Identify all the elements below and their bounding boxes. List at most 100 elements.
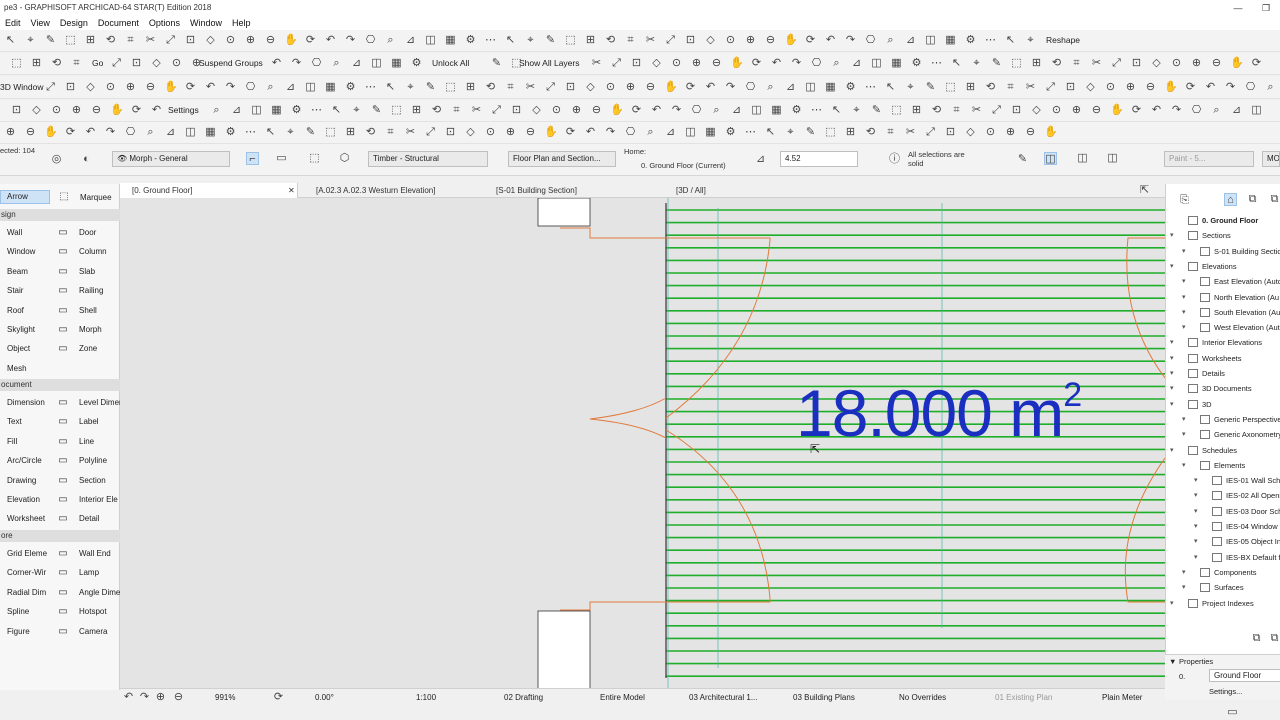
toolbar-icon[interactable]: ⊡ <box>564 81 577 94</box>
orientation-angle[interactable]: 0.00° <box>315 693 334 702</box>
toolbar-icon[interactable]: ↷ <box>790 57 803 70</box>
toolbar-icon[interactable]: ↷ <box>104 126 117 139</box>
toolbar-icon[interactable]: ✎ <box>804 126 817 139</box>
more-tool-camera[interactable]: Camera <box>79 627 107 636</box>
toolbar-icon[interactable]: ⊙ <box>984 126 997 139</box>
toolbar-icon[interactable]: ✎ <box>870 104 883 117</box>
toolbar-icon[interactable]: ⊕ <box>744 34 757 47</box>
navigator-item[interactable]: East Elevation (Auto) <box>1214 277 1280 286</box>
expand-icon[interactable]: ▾ <box>1182 415 1186 423</box>
document-tool-label[interactable]: Label <box>79 417 99 426</box>
toolbar-icon[interactable]: ⚙ <box>724 126 737 139</box>
toolbar-icon[interactable]: ↶ <box>204 81 217 94</box>
toolbar-icon[interactable]: ⊙ <box>484 126 497 139</box>
more-tool-spline[interactable]: Spline <box>7 607 29 616</box>
toolbar-icon[interactable]: ⤢ <box>424 126 437 139</box>
toolbar-icon[interactable]: ✋ <box>544 126 558 139</box>
expand-icon[interactable]: ▾ <box>1182 323 1186 331</box>
toolbar-icon[interactable]: ⟲ <box>104 34 117 47</box>
toolbar-icon[interactable]: ↷ <box>344 34 357 47</box>
toolbar-icon[interactable]: ⤢ <box>924 126 937 139</box>
toolbar-icon[interactable]: ⌖ <box>784 126 797 139</box>
tab-building-section[interactable]: [S-01 Building Section] <box>484 183 660 198</box>
expand-icon[interactable]: ▾ <box>1170 446 1174 454</box>
toolbar-icon[interactable]: ⊞ <box>344 126 357 139</box>
document-tool-drawing[interactable]: Drawing <box>7 476 36 485</box>
toolbar-icon[interactable]: ◇ <box>704 34 717 47</box>
toolbar-icon[interactable]: ◇ <box>30 104 43 117</box>
navigator-item[interactable]: IES-BX Default for <box>1226 553 1280 562</box>
toolbar-icon[interactable]: ⟲ <box>1050 57 1063 70</box>
toolbar-icon[interactable]: ▦ <box>270 104 283 117</box>
toolbar-icon[interactable]: ⊕ <box>504 126 517 139</box>
toolbar-icon[interactable]: ⬚ <box>890 104 903 117</box>
toolbar-icon[interactable]: ⚙ <box>290 104 303 117</box>
toolbar-icon[interactable]: ⚙ <box>844 81 857 94</box>
toolbar-icon[interactable]: ⊡ <box>510 104 523 117</box>
toolbar-icon[interactable]: ⊡ <box>1010 104 1023 117</box>
toolbar-icon[interactable]: ⊖ <box>764 34 777 47</box>
toolbar-icon[interactable]: ⊿ <box>850 57 863 70</box>
toolbar-icon[interactable]: ⋯ <box>744 126 757 139</box>
toolbar-icon[interactable]: ↶ <box>650 104 663 117</box>
toolbar-icon[interactable]: ⊖ <box>644 81 657 94</box>
navigator-item[interactable]: Elements <box>1214 461 1245 470</box>
document-tool-dimension[interactable]: Dimension <box>7 398 45 407</box>
toolbar-icon[interactable]: ⊕ <box>124 81 137 94</box>
toolbar-icon[interactable]: ⤢ <box>110 57 123 70</box>
toolbar-icon[interactable]: ⚙ <box>464 34 477 47</box>
toolbar-icon[interactable]: ▦ <box>444 34 457 47</box>
toolbar-icon[interactable]: ⟲ <box>930 104 943 117</box>
toolbar-icon[interactable]: ⊖ <box>1024 126 1037 139</box>
toolbar-icon[interactable]: ⊿ <box>904 34 917 47</box>
more-tool-radial-dim[interactable]: Radial Dim <box>7 588 46 597</box>
restore-button[interactable]: ❐ <box>1252 0 1280 16</box>
toolbar-icon[interactable]: ⎔ <box>624 126 637 139</box>
toolbar-icon[interactable]: ⌖ <box>350 104 363 117</box>
navigator-item[interactable]: S-01 Building Section <box>1214 247 1280 256</box>
document-tool-line[interactable]: Line <box>79 437 94 446</box>
expand-icon[interactable]: ▾ <box>1182 308 1186 316</box>
toolbar-icon[interactable]: ✋ <box>730 57 744 70</box>
navigator-item[interactable]: Surfaces <box>1214 583 1244 592</box>
toolbar-icon[interactable]: ⊕ <box>1190 57 1203 70</box>
more-tool-angle-dime[interactable]: Angle Dime <box>79 588 120 597</box>
toolbar-icon[interactable]: ⟲ <box>984 81 997 94</box>
toolbar-icon[interactable]: ⊕ <box>1004 126 1017 139</box>
navigator-item[interactable]: Details <box>1202 369 1225 378</box>
toolbar-icon[interactable]: ⟳ <box>1130 104 1143 117</box>
navigator-item[interactable]: South Elevation (Au <box>1214 308 1280 317</box>
settings-button[interactable]: Settings... <box>1209 687 1242 696</box>
toolbar-icon[interactable]: ⌕ <box>764 81 777 94</box>
toolbar-icon[interactable]: ⊖ <box>590 104 603 117</box>
toolbar-icon[interactable]: ⌖ <box>970 57 983 70</box>
design-tool-wall[interactable]: Wall <box>7 228 22 237</box>
toolbar-icon[interactable]: ⊖ <box>264 34 277 47</box>
toolbar-icon[interactable]: ⌗ <box>450 104 463 117</box>
toolbar-icon[interactable]: ↶ <box>150 104 163 117</box>
tab-ground-floor[interactable]: [0. Ground Floor] ✕ <box>120 183 298 198</box>
design-tool-door[interactable]: Door <box>79 228 96 237</box>
toolbar-icon[interactable]: ⊿ <box>730 104 743 117</box>
expand-icon[interactable]: ▾ <box>1182 430 1186 438</box>
more-tool-grid-eleme[interactable]: Grid Eleme <box>7 549 47 558</box>
document-tool-text[interactable]: Text <box>7 417 22 426</box>
more-tool-hotspot[interactable]: Hotspot <box>79 607 107 616</box>
toolbar-icon[interactable]: ✎ <box>304 126 317 139</box>
toolbar-icon[interactable]: ↶ <box>824 34 837 47</box>
design-tool-roof[interactable]: Roof <box>7 306 24 315</box>
toolbar-icon[interactable]: ⊞ <box>964 81 977 94</box>
toolbar-icon[interactable]: ⊕ <box>1070 104 1083 117</box>
toolbar-icon[interactable]: ✂ <box>970 104 983 117</box>
pen-set[interactable]: 03 Architectural 1... <box>689 693 757 702</box>
toolbar-icon[interactable]: ✋ <box>1044 126 1058 139</box>
navigator-item[interactable]: Worksheets <box>1202 354 1241 363</box>
expand-icon[interactable]: ▾ <box>1170 231 1174 239</box>
toolbar-icon[interactable]: ↶ <box>1150 104 1163 117</box>
toolbar-icon[interactable]: ⌕ <box>644 126 657 139</box>
unlock-all-button[interactable]: Unlock All <box>432 58 469 68</box>
toolbar-icon[interactable]: ⎔ <box>744 81 757 94</box>
settings-button[interactable]: Settings <box>168 105 199 115</box>
toolbar-icon[interactable]: ⌗ <box>950 104 963 117</box>
toolbar-icon[interactable]: ⌗ <box>1070 57 1083 70</box>
